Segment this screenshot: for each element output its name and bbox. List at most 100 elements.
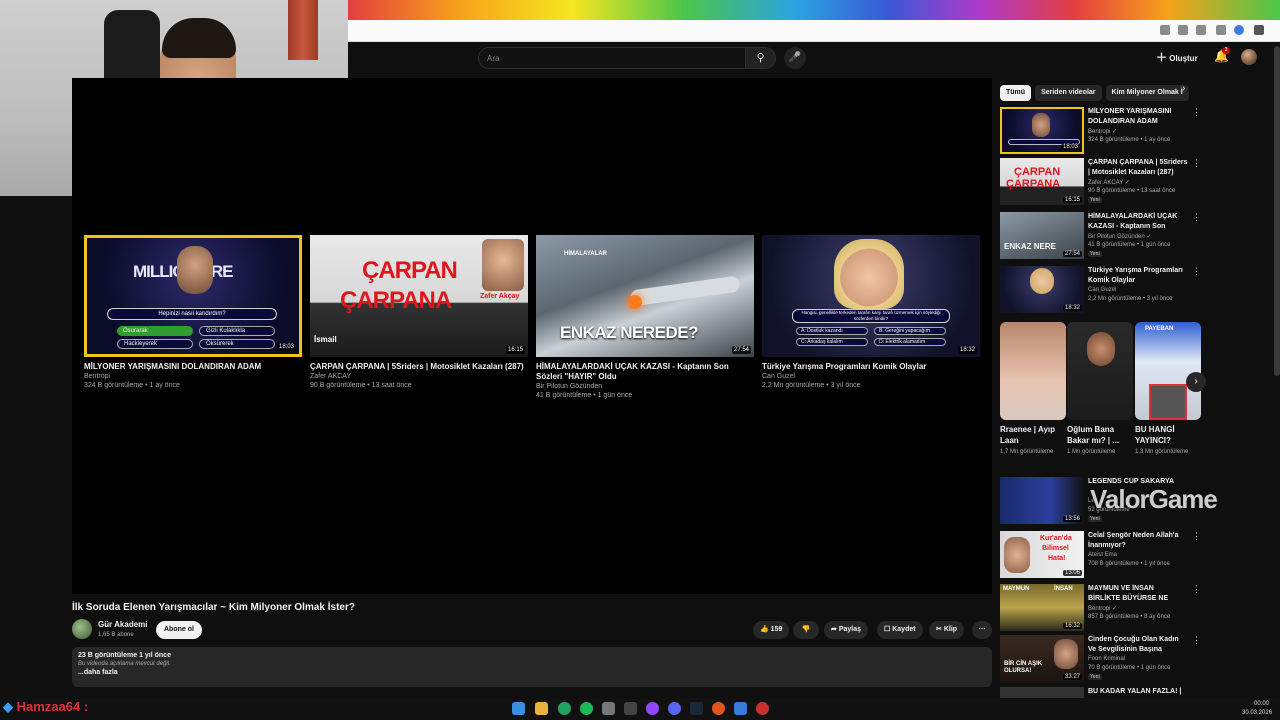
app-icon[interactable]: [756, 702, 769, 715]
description-box[interactable]: 23 B görüntüleme 1 yıl önce Bu videoda a…: [72, 647, 992, 687]
chip-all[interactable]: Tümü: [1000, 85, 1032, 101]
search-input[interactable]: Ara: [478, 47, 746, 69]
recommended-video[interactable]: BU KADAR YALAN FAZLA! |: [1000, 687, 1200, 698]
video-thumbnail[interactable]: ÇARPAN ÇARPANA 16:15: [1000, 158, 1084, 205]
recommended-title[interactable]: Türkiye Yarışma Programları Komik Olayla…: [1088, 266, 1188, 286]
dislike-button[interactable]: 👎: [793, 621, 819, 639]
endscreen-title[interactable]: MİLYONER YARIŞMASINI DOLANDIRAN ADAM: [84, 362, 302, 372]
video-thumbnail[interactable]: [1000, 687, 1084, 698]
chevron-right-icon[interactable]: ›: [1186, 372, 1206, 392]
short-video[interactable]: Oğlum Bana Bakar mı? | ... 1 Mn görüntül…: [1067, 322, 1133, 456]
short-title[interactable]: Oğlum Bana Bakar mı? | ...: [1067, 424, 1133, 446]
file-explorer-icon[interactable]: [535, 702, 548, 715]
video-thumbnail[interactable]: 18:03: [1000, 107, 1084, 154]
thumb-text: HİMALAYALAR: [564, 251, 607, 257]
recommended-channel: Can Guzel: [1088, 287, 1117, 293]
menu-icon[interactable]: [1254, 25, 1264, 35]
video-thumbnail[interactable]: 18:32: [1000, 266, 1084, 313]
recommended-title[interactable]: Cinden Çocuğu Olan Kadın Ve Sevgilisinin…: [1088, 635, 1188, 655]
create-button[interactable]: ＋ Oluştur: [1156, 48, 1198, 68]
recommended-video[interactable]: ÇARPAN ÇARPANA 16:15 ÇARPAN ÇARPANA | 5S…: [1000, 158, 1201, 208]
recommended-title[interactable]: HİMALAYALARDAKİ UÇAK KAZASI - Kaptanın S…: [1088, 212, 1188, 232]
discord-icon[interactable]: [668, 702, 681, 715]
subscribe-button[interactable]: Abone ol: [156, 621, 202, 639]
steam-icon[interactable]: [690, 702, 703, 715]
app-icon[interactable]: [734, 702, 747, 715]
show-more-link[interactable]: ...daha fazla: [78, 669, 986, 676]
endscreen-video[interactable]: MILLIONAIRE Hepinizi nasıl kandırdım? Os…: [84, 235, 302, 390]
more-vert-icon[interactable]: ⋮: [1192, 158, 1201, 169]
recommended-video[interactable]: Kur'an'da Bilimsel Hata! 13:06 Celal Şen…: [1000, 531, 1201, 581]
clock-date[interactable]: 30.03.2026: [1242, 710, 1272, 716]
more-vert-icon[interactable]: ⋮: [1192, 266, 1201, 277]
description-text: Bu videoda açıklama mevcut değil.: [78, 661, 171, 667]
more-vert-icon[interactable]: ⋮: [1192, 107, 1201, 118]
endscreen-video[interactable]: ÇARPAN ÇARPANA Zafer Akçay İsmail 16:15 …: [310, 235, 528, 390]
endscreen-thumbnail[interactable]: Hangisi, genellikle terkeden tarafın kar…: [762, 235, 980, 357]
endscreen-title[interactable]: HİMALAYALARDAKİ UÇAK KAZASI - Kaptanın S…: [536, 362, 754, 382]
recommended-title[interactable]: MAYMUN VE İNSAN BİRLİKTE BÜYÜRSE NE OLUR…: [1088, 584, 1188, 604]
voice-search-button[interactable]: 🎤: [784, 47, 806, 69]
spotify-icon[interactable]: [580, 702, 593, 715]
search-button[interactable]: ⚲: [746, 47, 776, 69]
account-avatar[interactable]: [1241, 49, 1257, 65]
recommended-title[interactable]: ÇARPAN ÇARPANA | 5Sriders | Motosiklet K…: [1088, 158, 1188, 178]
short-thumbnail[interactable]: PAYEBAN: [1135, 322, 1201, 420]
profile-icon[interactable]: [1234, 25, 1244, 35]
chrome-icon[interactable]: [558, 702, 571, 715]
short-title[interactable]: Rraenee | Ayıp Laan: [1000, 424, 1066, 446]
like-button[interactable]: 👍 159: [753, 621, 790, 639]
video-thumbnail[interactable]: Kur'an'da Bilimsel Hata! 13:06: [1000, 531, 1084, 578]
recommended-title[interactable]: MİLYONER YARIŞMASINI DOLANDIRAN ADAM: [1088, 107, 1188, 127]
recommended-video[interactable]: 18:32 Türkiye Yarışma Programları Komik …: [1000, 266, 1201, 316]
video-thumbnail[interactable]: ENKAZ NERE 27:54: [1000, 212, 1084, 259]
recommended-video[interactable]: ENKAZ NERE 27:54 HİMALAYALARDAKİ UÇAK KA…: [1000, 212, 1201, 262]
puzzle-icon[interactable]: [1216, 25, 1226, 35]
endscreen-thumbnail[interactable]: MILLIONAIRE Hepinizi nasıl kandırdım? Os…: [84, 235, 302, 357]
chevron-right-icon[interactable]: ›: [1182, 83, 1185, 94]
endscreen-title[interactable]: ÇARPAN ÇARPANA | 5Sriders | Motosiklet K…: [310, 362, 528, 372]
recommended-video[interactable]: MAYMUN İNSAN 16:32 MAYMUN VE İNSAN BİRLİ…: [1000, 584, 1201, 634]
more-vert-icon[interactable]: ⋮: [1192, 212, 1201, 223]
endscreen-video[interactable]: Hangisi, genellikle terkeden tarafın kar…: [762, 235, 980, 390]
thumb-text: C: Arkadaş kalalım: [796, 338, 868, 346]
save-button[interactable]: ☐ Kaydet: [877, 621, 923, 639]
app-icon[interactable]: [624, 702, 637, 715]
video-player[interactable]: MILLIONAIRE Hepinizi nasıl kandırdım? Os…: [72, 78, 992, 594]
more-vert-icon[interactable]: ⋮: [1192, 635, 1201, 646]
scrollbar[interactable]: [1274, 46, 1280, 376]
app-icon[interactable]: [712, 702, 725, 715]
clip-button[interactable]: ✂ Klip: [929, 621, 965, 639]
start-icon[interactable]: [512, 702, 525, 715]
channel-avatar[interactable]: [72, 619, 92, 639]
endscreen-title[interactable]: Türkiye Yarışma Programları Komik Olayla…: [762, 362, 980, 372]
star-icon[interactable]: [1178, 25, 1188, 35]
recommended-title[interactable]: Celal Şengör Neden Allah'a İnanmıyor?: [1088, 531, 1188, 551]
video-thumbnail[interactable]: 13:56: [1000, 477, 1084, 524]
short-video[interactable]: Rraenee | Ayıp Laan 1,7 Mn görüntüleme: [1000, 322, 1066, 456]
twitch-icon[interactable]: [646, 702, 659, 715]
extension-icon[interactable]: [1160, 25, 1170, 35]
more-vert-icon[interactable]: ⋮: [1192, 584, 1201, 595]
more-vert-icon[interactable]: ⋮: [1192, 531, 1201, 542]
channel-name[interactable]: Gür Akademi: [98, 620, 148, 629]
chip-kim-milyoner[interactable]: Kim Milyoner Olmak İ: [1105, 85, 1189, 101]
video-thumbnail[interactable]: MAYMUN İNSAN 16:32: [1000, 584, 1084, 631]
share-button[interactable]: ➦ Paylaş: [824, 621, 869, 639]
app-icon[interactable]: [602, 702, 615, 715]
video-thumbnail[interactable]: BİR CİN AŞIK OLURSA! 33:27: [1000, 635, 1084, 682]
endscreen-thumbnail[interactable]: ÇARPAN ÇARPANA Zafer Akçay İsmail 16:15: [310, 235, 528, 357]
endscreen-thumbnail[interactable]: HİMALAYALAR ENKAZ NEREDE? 27:54: [536, 235, 754, 357]
recommended-title[interactable]: BU KADAR YALAN FAZLA! |: [1088, 687, 1188, 697]
short-title[interactable]: BU HANGİ YAYINCI?: [1135, 424, 1201, 446]
chip-series[interactable]: Seriden videolar: [1035, 85, 1102, 101]
short-thumbnail[interactable]: [1067, 322, 1133, 420]
clock-time[interactable]: 00:00: [1254, 701, 1269, 707]
recommended-video[interactable]: 18:03 MİLYONER YARIŞMASINI DOLANDIRAN AD…: [1000, 107, 1201, 157]
recommended-video[interactable]: BİR CİN AŞIK OLURSA! 33:27 Cinden Çocuğu…: [1000, 635, 1201, 685]
download-icon[interactable]: [1196, 25, 1206, 35]
endscreen-video[interactable]: HİMALAYALAR ENKAZ NEREDE? 27:54 HİMALAYA…: [536, 235, 754, 400]
short-thumbnail[interactable]: [1000, 322, 1066, 420]
more-actions-button[interactable]: ⋯: [972, 621, 992, 639]
thumb-text: ÇARPANA: [1006, 178, 1061, 190]
